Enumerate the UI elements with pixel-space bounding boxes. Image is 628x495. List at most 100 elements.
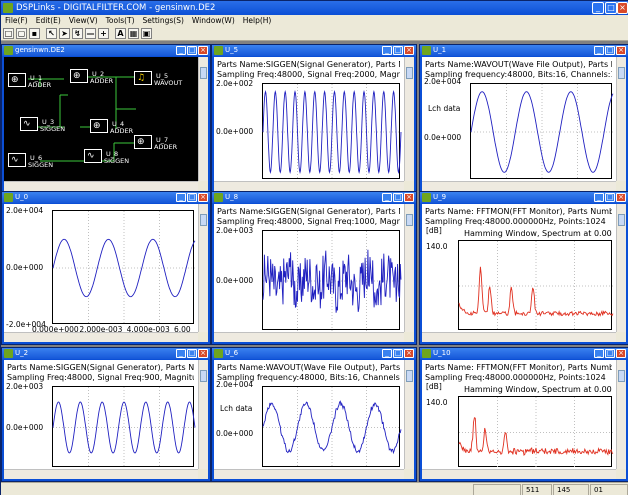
scroll-thumb[interactable] xyxy=(200,67,207,79)
scroll-thumb[interactable] xyxy=(406,370,413,382)
window-close-button[interactable]: × xyxy=(404,46,414,55)
horizontal-scrollbar[interactable] xyxy=(422,181,616,191)
vertical-scrollbar[interactable] xyxy=(616,57,626,181)
new-icon[interactable]: □ xyxy=(3,28,14,39)
menu-item[interactable]: View(V) xyxy=(65,15,102,26)
part-block-adder[interactable]: ⊕ xyxy=(70,69,88,83)
window-minimize-button[interactable]: _ xyxy=(382,193,392,202)
menu-item[interactable]: Edit(E) xyxy=(32,15,65,26)
window-close-button[interactable]: × xyxy=(198,193,208,202)
vertical-scrollbar[interactable] xyxy=(198,360,208,469)
mdi-window-u-5[interactable]: U_5 _ □ × Parts Name:SIGGEN(Signal Generator… xyxy=(211,44,417,194)
plus-icon[interactable]: + xyxy=(98,28,109,39)
scroll-thumb[interactable] xyxy=(618,214,625,226)
window-maximize-button[interactable]: □ xyxy=(605,349,615,358)
window-maximize-button[interactable]: □ xyxy=(605,46,615,55)
window-close-button[interactable]: × xyxy=(404,349,414,358)
window-minimize-button[interactable]: _ xyxy=(176,46,186,55)
pointer-icon[interactable]: ↖ xyxy=(46,28,57,39)
window-maximize-button[interactable]: □ xyxy=(393,46,403,55)
window-close-button[interactable]: × xyxy=(616,46,626,55)
window-titlebar[interactable]: U_2 _ □ × xyxy=(2,348,210,359)
window-maximize-button[interactable]: □ xyxy=(187,349,197,358)
minimize-button[interactable]: _ xyxy=(592,2,604,14)
window-close-button[interactable]: × xyxy=(404,193,414,202)
scroll-thumb[interactable] xyxy=(406,67,413,79)
window-maximize-button[interactable]: □ xyxy=(187,46,197,55)
open-icon[interactable]: ▢ xyxy=(16,28,27,39)
window-titlebar[interactable]: U_9 _ □ × xyxy=(420,192,628,203)
mdi-window-u-0[interactable]: U_0 _ □ × 2.0e+004 0.0e+000 -2.0e+004 0.000e+00… xyxy=(1,191,211,345)
app-titlebar[interactable]: DSPLinks - DIGITALFILTER.COM - gensinwn.… xyxy=(1,1,628,15)
scroll-thumb[interactable] xyxy=(618,67,625,79)
window-titlebar[interactable]: U_10 _ □ × xyxy=(420,348,628,359)
part-block-siggen[interactable]: ∿ xyxy=(8,153,26,167)
menu-item[interactable]: Help(H) xyxy=(239,15,276,26)
part-block-siggen[interactable]: ∿ xyxy=(20,117,38,131)
scroll-thumb[interactable] xyxy=(200,214,207,226)
wire-icon[interactable]: ↯ xyxy=(72,28,83,39)
window-client: Parts Name:SIGGEN(Signal Generator), Par… xyxy=(4,360,208,479)
window-close-button[interactable]: × xyxy=(616,349,626,358)
vertical-scrollbar[interactable] xyxy=(404,204,414,332)
vertical-scrollbar[interactable] xyxy=(404,360,414,469)
window-minimize-button[interactable]: _ xyxy=(382,46,392,55)
menu-item[interactable]: Settings(S) xyxy=(139,15,188,26)
horizontal-scrollbar[interactable] xyxy=(214,469,404,479)
window-maximize-button[interactable]: □ xyxy=(393,193,403,202)
window-close-button[interactable]: × xyxy=(198,46,208,55)
window-titlebar[interactable]: U_6 _ □ × xyxy=(212,348,416,359)
part-block-adder[interactable]: ⊕ xyxy=(8,73,26,87)
window-minimize-button[interactable]: _ xyxy=(382,349,392,358)
window-minimize-button[interactable]: _ xyxy=(176,193,186,202)
window-titlebar[interactable]: U_8 _ □ × xyxy=(212,192,416,203)
menu-item[interactable]: File(F) xyxy=(1,15,32,26)
mdi-window-u-10[interactable]: U_10 _ □ × Parts Name: FFTMON(FFT Monitor), … xyxy=(419,347,628,482)
horizontal-scrollbar[interactable] xyxy=(4,469,198,479)
vertical-scrollbar[interactable] xyxy=(404,57,414,181)
window-minimize-button[interactable]: _ xyxy=(594,46,604,55)
minus-icon[interactable]: — xyxy=(85,28,96,39)
scroll-thumb[interactable] xyxy=(406,214,413,226)
text-icon[interactable]: A xyxy=(115,28,126,39)
grid-icon[interactable]: ▦ xyxy=(128,28,139,39)
horizontal-scrollbar[interactable] xyxy=(422,332,616,342)
part-block-siggen[interactable]: ∿ xyxy=(84,149,102,163)
window-titlebar[interactable]: U_0 _ □ × xyxy=(2,192,210,203)
menu-item[interactable]: Tools(T) xyxy=(102,15,139,26)
window-close-button[interactable]: × xyxy=(616,193,626,202)
window-close-button[interactable]: × xyxy=(198,349,208,358)
horizontal-scrollbar[interactable] xyxy=(214,332,404,342)
horizontal-scrollbar[interactable] xyxy=(422,469,616,479)
vertical-scrollbar[interactable] xyxy=(616,204,626,332)
mdi-window-u-9[interactable]: U_9 _ □ × Parts Name: FFTMON(FFT Monitor), P… xyxy=(419,191,628,345)
part-block-adder[interactable]: ⊕ xyxy=(134,135,152,149)
horizontal-scrollbar[interactable] xyxy=(214,181,404,191)
select-icon[interactable]: ➤ xyxy=(59,28,70,39)
window-icon[interactable]: ▣ xyxy=(141,28,152,39)
part-block-adder[interactable]: ⊕ xyxy=(90,119,108,133)
maximize-button[interactable]: □ xyxy=(605,2,617,14)
window-minimize-button[interactable]: _ xyxy=(594,193,604,202)
mdi-window-u-1[interactable]: U_1 _ □ × Parts Name:WAVOUT(Wave File Output… xyxy=(419,44,628,194)
window-titlebar[interactable]: U_5 _ □ × xyxy=(212,45,416,56)
window-minimize-button[interactable]: _ xyxy=(176,349,186,358)
mdi-window-u-2[interactable]: U_2 _ □ × Parts Name:SIGGEN(Signal Generator… xyxy=(1,347,211,482)
menu-item[interactable]: Window(W) xyxy=(188,15,239,26)
window-minimize-button[interactable]: _ xyxy=(594,349,604,358)
save-icon[interactable]: ▪ xyxy=(29,28,40,39)
window-titlebar[interactable]: gensinwn.DE2 _ □ × xyxy=(2,45,210,56)
mdi-window-gensinwn-de2[interactable]: gensinwn.DE2 _ □ × ⊕ ADDER U_1 ⊕ ADDER U_2 ∿ SIGGEN… xyxy=(1,44,211,194)
close-button[interactable]: × xyxy=(617,2,628,14)
window-maximize-button[interactable]: □ xyxy=(605,193,615,202)
window-maximize-button[interactable]: □ xyxy=(393,349,403,358)
vertical-scrollbar[interactable] xyxy=(616,360,626,469)
window-maximize-button[interactable]: □ xyxy=(187,193,197,202)
vertical-scrollbar[interactable] xyxy=(198,204,208,332)
window-titlebar[interactable]: U_1 _ □ × xyxy=(420,45,628,56)
scroll-thumb[interactable] xyxy=(618,370,625,382)
scroll-thumb[interactable] xyxy=(200,370,207,382)
mdi-window-u-6[interactable]: U_6 _ □ × Parts Name:WAVOUT(Wave File Output… xyxy=(211,347,417,482)
part-block-wavout[interactable]: ♫ xyxy=(134,71,152,85)
mdi-window-u-8[interactable]: U_8 _ □ × Parts Name:SIGGEN(Signal Generator… xyxy=(211,191,417,345)
